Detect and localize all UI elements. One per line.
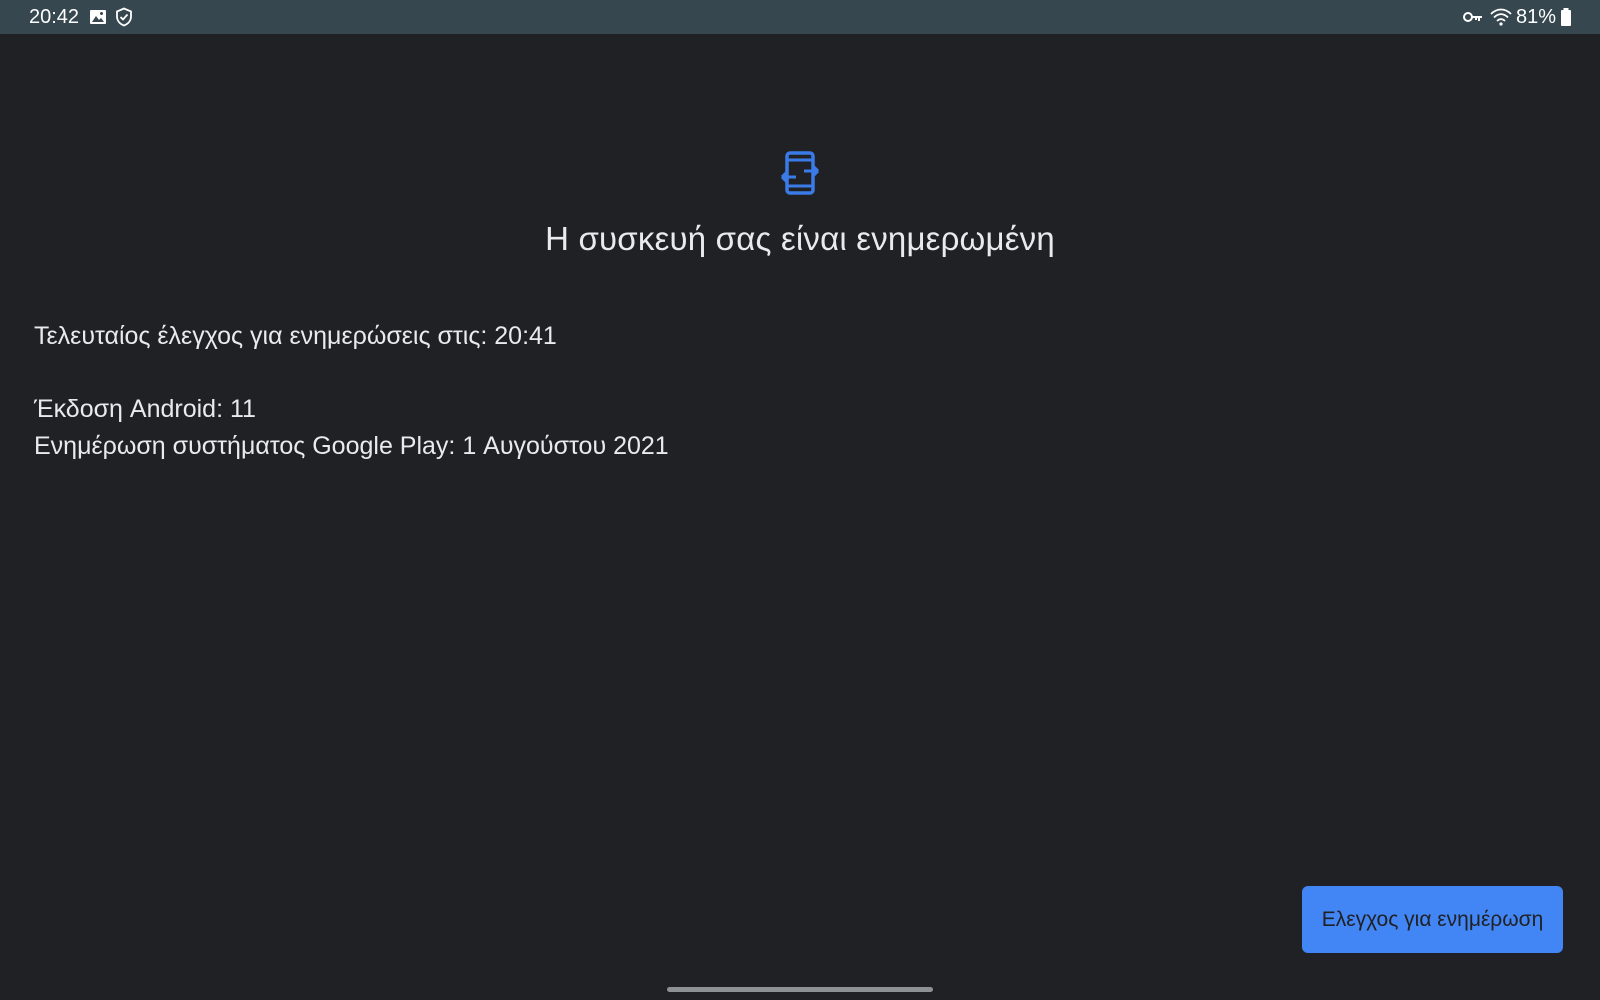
gesture-nav-handle[interactable]: [667, 987, 933, 992]
status-bar: 20:42 81%: [0, 0, 1600, 34]
wifi-icon: [1490, 7, 1512, 27]
vpn-key-icon: [1462, 7, 1484, 27]
system-update-icon: [778, 150, 822, 196]
screen: 20:42 81% Η συσκευή σας είναι ενημερωμέν…: [0, 0, 1600, 1000]
google-play-update-text: Ενημέρωση συστήματος Google Play: 1 Αυγο…: [34, 432, 669, 460]
check-for-update-button[interactable]: Ελεγχος για ενημέρωση: [1302, 886, 1563, 953]
android-version-text: Έκδοση Android: 11: [34, 395, 256, 423]
shield-check-icon: [114, 7, 134, 27]
image-icon: [88, 7, 108, 27]
battery-percent: 81%: [1515, 6, 1556, 28]
page-title: Η συσκευή σας είναι ενημερωμένη: [545, 220, 1055, 257]
status-time: 20:42: [29, 6, 80, 28]
battery-icon: [1559, 7, 1573, 27]
last-check-text: Τελευταίος έλεγχος για ενημερώσεις στις:…: [34, 322, 557, 350]
